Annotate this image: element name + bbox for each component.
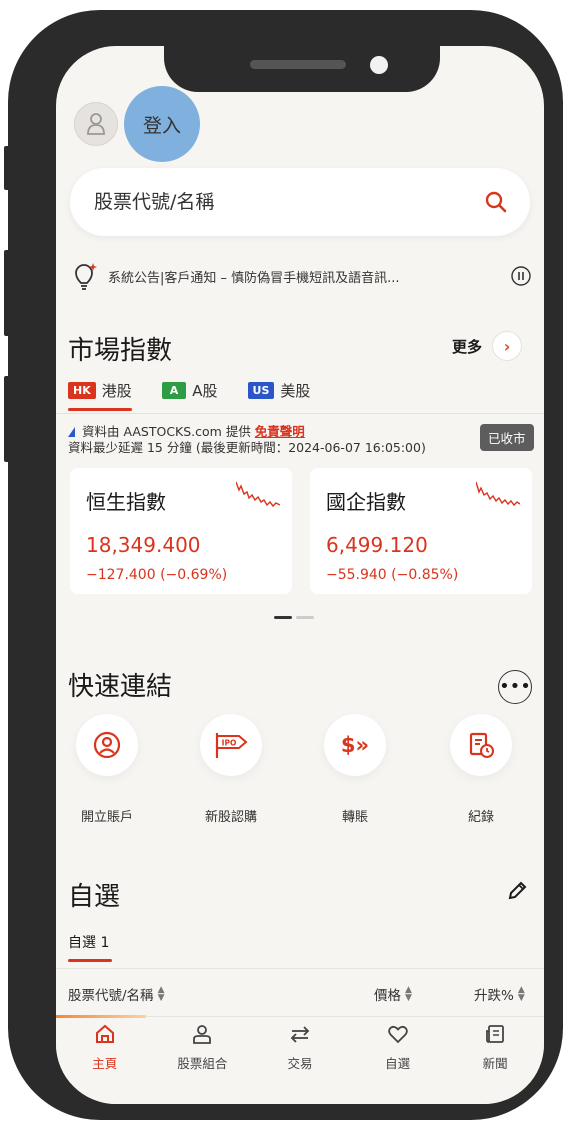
tab-hk-label: 港股 bbox=[101, 382, 132, 400]
nav-news[interactable]: 新聞 bbox=[455, 1023, 535, 1104]
ipo-flag-icon: IPO bbox=[215, 733, 248, 758]
quick-links-title: 快速連結 bbox=[68, 672, 173, 702]
market-tabs: HK 港股 A A股 US 美股 bbox=[68, 380, 310, 411]
column-header-label: 股票代號/名稱 bbox=[68, 988, 154, 1004]
nav-label: 股票組合 bbox=[177, 1056, 228, 1071]
carousel-pager bbox=[274, 616, 314, 619]
nav-label: 自選 bbox=[385, 1056, 411, 1071]
sparkline-icon bbox=[236, 481, 280, 508]
watchlist-divider bbox=[56, 968, 544, 969]
home-icon bbox=[95, 1024, 114, 1043]
aastocks-logo-icon bbox=[68, 427, 75, 437]
trade-icon bbox=[290, 1026, 310, 1043]
nav-label: 交易 bbox=[287, 1056, 313, 1071]
speaker-grille bbox=[250, 60, 346, 69]
pager-dot-active bbox=[274, 616, 292, 619]
delay-note: 資料最少延遲 15 分鐘 (最後更新時間：2024-06-07 16:05:00… bbox=[68, 440, 426, 455]
pause-icon[interactable] bbox=[510, 265, 532, 287]
tab-a-label: A股 bbox=[192, 382, 218, 400]
nav-label: 新聞 bbox=[482, 1056, 508, 1071]
quick-link-label: 新股認購 bbox=[204, 810, 257, 825]
tab-hk[interactable]: HK 港股 bbox=[68, 380, 132, 411]
index-value: 18,349.400 bbox=[86, 533, 201, 557]
sparkline-icon bbox=[476, 481, 520, 507]
tab-divider bbox=[56, 413, 544, 414]
quick-link-button[interactable]: IPO bbox=[200, 714, 262, 776]
front-camera bbox=[370, 56, 388, 74]
quick-link-label: 紀錄 bbox=[467, 810, 494, 825]
record-clock-icon bbox=[469, 732, 494, 758]
nav-portfolio[interactable]: 股票組合 bbox=[162, 1023, 242, 1104]
watchlist-tab-1[interactable]: 自選 1 bbox=[68, 932, 544, 962]
lightbulb-icon bbox=[75, 263, 97, 290]
market-indices-title: 市場指數 bbox=[68, 336, 173, 366]
more-label[interactable]: 更多 bbox=[452, 336, 482, 357]
column-header-change[interactable]: 升跌% ▲ ▼ bbox=[474, 984, 525, 1005]
chevron-right-icon[interactable]: › bbox=[492, 331, 523, 361]
pager-dot bbox=[296, 616, 314, 619]
quick-link-label: 轉賬 bbox=[341, 810, 368, 825]
notice-text[interactable]: 系統公告|客戶通知 – 慎防偽冒手機短訊及語音訊... bbox=[108, 267, 510, 286]
quick-link-transfer[interactable]: $» 轉賬 bbox=[310, 714, 400, 825]
index-change: −55.940 (−0.85%) bbox=[326, 567, 459, 583]
quick-link-label: 開立賬戶 bbox=[80, 810, 133, 825]
quick-link-button[interactable] bbox=[76, 714, 138, 776]
user-icon bbox=[87, 113, 105, 135]
phone-notch bbox=[164, 20, 440, 92]
data-source: 資料由 AASTOCKS.com 提供 免責聲明 資料最少延遲 15 分鐘 (最… bbox=[68, 424, 426, 456]
transfer-dollar-icon: $» bbox=[340, 733, 370, 757]
avatar[interactable] bbox=[74, 102, 118, 146]
index-change: −127.400 (−0.69%) bbox=[86, 567, 228, 583]
index-card-hscei[interactable]: 國企指數 6,499.120 −55.940 (−0.85%) bbox=[310, 468, 532, 594]
nav-home[interactable]: 主頁 bbox=[65, 1023, 145, 1104]
quick-link-button[interactable] bbox=[450, 714, 512, 776]
market-more[interactable]: 更多 › bbox=[452, 331, 523, 361]
nav-trade[interactable]: 交易 bbox=[260, 1023, 340, 1104]
ipo-badge-text: IPO bbox=[222, 739, 237, 748]
quick-link-open-account[interactable]: 開立賬戶 bbox=[62, 714, 152, 825]
us-badge: US bbox=[247, 382, 275, 399]
sort-arrows-icon: ▲ ▼ bbox=[517, 985, 525, 1003]
user-circle-icon bbox=[93, 731, 121, 759]
sort-arrows-icon: ▲ ▼ bbox=[157, 985, 165, 1003]
notice-bar[interactable]: 系統公告|客戶通知 – 慎防偽冒手機短訊及語音訊... bbox=[72, 258, 532, 294]
app-screen: 登入 系統公告|客戶通知 – 慎防偽冒手機短訊及語音訊... 市場指數 bbox=[56, 46, 544, 1104]
login-button[interactable]: 登入 bbox=[124, 86, 200, 162]
index-card-hsi[interactable]: 恒生指數 18,349.400 −127.400 (−0.69%) bbox=[70, 468, 292, 594]
phone-frame: 登入 系統公告|客戶通知 – 慎防偽冒手機短訊及語音訊... 市場指數 bbox=[8, 10, 563, 1120]
portfolio-icon bbox=[193, 1025, 212, 1044]
a-badge: A bbox=[161, 382, 187, 399]
heart-icon bbox=[387, 1025, 408, 1044]
index-value: 6,499.120 bbox=[326, 533, 428, 557]
tab-us-label: 美股 bbox=[280, 382, 311, 400]
quick-link-records[interactable]: 紀錄 bbox=[436, 714, 526, 825]
search-bar[interactable] bbox=[70, 168, 530, 236]
news-icon bbox=[486, 1025, 505, 1043]
bottom-nav: 主頁 股票組合 交易 自選 新聞 bbox=[56, 1015, 544, 1104]
source-prefix: 資料由 AASTOCKS.com 提供 bbox=[81, 424, 255, 439]
nav-active-indicator bbox=[56, 1015, 146, 1018]
column-header-label: 升跌% bbox=[474, 988, 514, 1004]
edit-pencil-icon[interactable] bbox=[506, 880, 528, 902]
tab-a-share[interactable]: A A股 bbox=[161, 380, 218, 411]
column-header-label: 價格 bbox=[374, 988, 401, 1004]
market-status-badge: 已收市 bbox=[480, 424, 534, 451]
tab-us[interactable]: US 美股 bbox=[247, 380, 311, 411]
quick-link-button[interactable]: $» bbox=[324, 714, 386, 776]
sort-arrows-icon: ▲ ▼ bbox=[405, 985, 412, 1003]
disclaimer-link[interactable]: 免責聲明 bbox=[255, 424, 305, 439]
column-header-price[interactable]: 價格 ▲ ▼ bbox=[374, 984, 412, 1005]
nav-watchlist[interactable]: 自選 bbox=[358, 1023, 438, 1104]
quick-link-ipo[interactable]: IPO 新股認購 bbox=[186, 714, 276, 825]
watchlist-title: 自選 bbox=[68, 882, 121, 912]
hk-badge: HK bbox=[68, 382, 96, 399]
more-options-icon[interactable]: ••• bbox=[498, 670, 532, 704]
search-icon[interactable] bbox=[484, 190, 508, 214]
nav-label: 主頁 bbox=[92, 1056, 118, 1071]
search-input[interactable] bbox=[94, 191, 484, 213]
column-header-code[interactable]: 股票代號/名稱 ▲ ▼ bbox=[68, 984, 165, 1005]
